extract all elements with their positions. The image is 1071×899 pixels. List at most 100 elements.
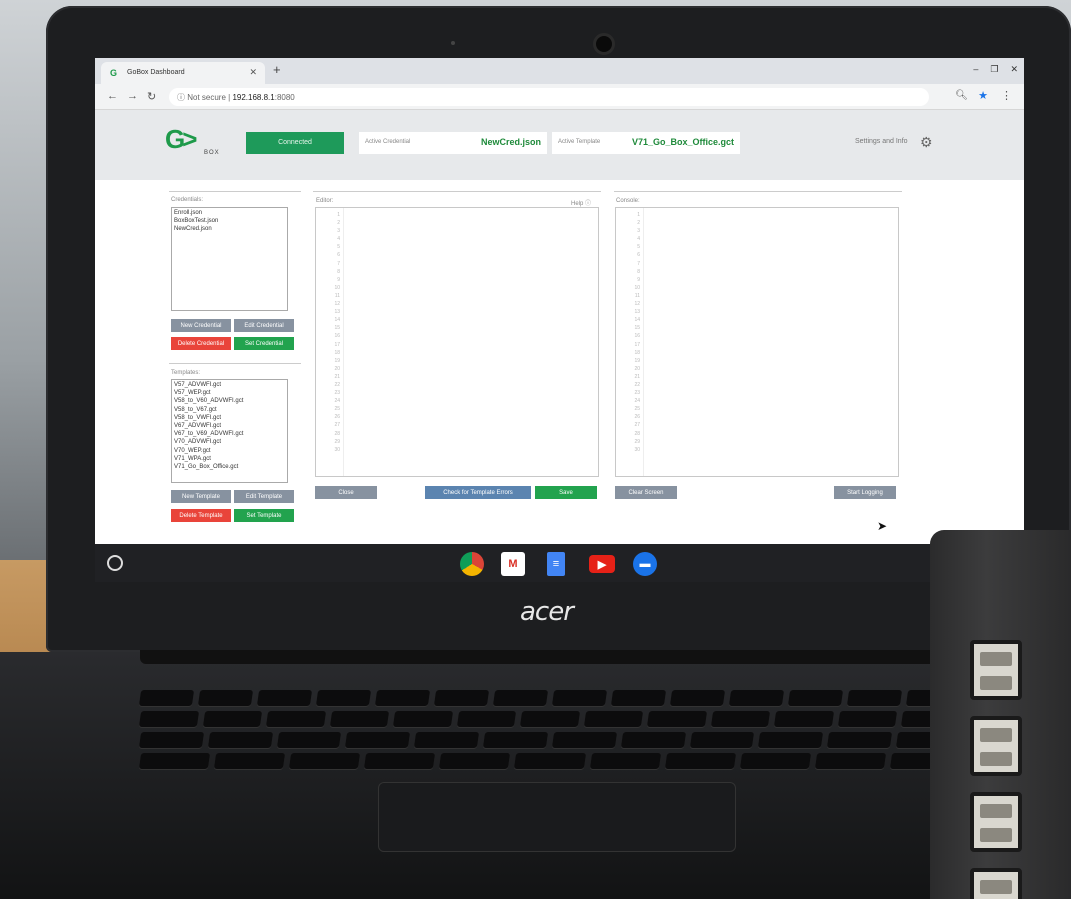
list-item[interactable]: V70_WEP.gct — [174, 447, 285, 455]
line-number: 20 — [634, 365, 640, 372]
edit-credential-button[interactable]: Edit Credential — [234, 319, 294, 332]
active-credential-box: Active Credential NewCred.json — [359, 132, 547, 154]
gmail-icon[interactable]: M — [501, 552, 525, 576]
list-item[interactable]: V58_to_V67.gct — [174, 406, 285, 414]
os-shelf: M ≡ ▶ ▬ — [95, 544, 1024, 582]
start-logging-button[interactable]: Start Logging — [834, 486, 896, 499]
security-label: Not secure — [187, 93, 226, 102]
templates-list[interactable]: V57_ADVWFI.gct V57_WEP.gct V58_to_V60_AD… — [171, 379, 288, 483]
docs-icon[interactable]: ≡ — [547, 552, 565, 576]
reload-icon[interactable]: ↻ — [147, 90, 156, 103]
check-template-errors-button[interactable]: Check for Template Errors — [425, 486, 531, 499]
new-credential-button[interactable]: New Credential — [171, 319, 231, 332]
line-number: 7 — [337, 260, 340, 267]
line-number: 5 — [637, 244, 640, 251]
line-number: 28 — [334, 430, 340, 437]
set-template-button[interactable]: Set Template — [234, 509, 294, 522]
list-item[interactable]: V57_ADVWFI.gct — [174, 381, 285, 389]
line-number: 7 — [637, 260, 640, 267]
line-number: 11 — [334, 292, 340, 299]
youtube-icon[interactable]: ▶ — [589, 555, 615, 573]
photo-scene: acer G GoBox Dashboard ✕ + – ❐ ✕ ← → ↻ ⓘ… — [0, 0, 1071, 899]
mouse-cursor-icon: ➤ — [877, 519, 888, 533]
list-item[interactable]: V67_to_V69_ADVWFI.gct — [174, 430, 285, 438]
back-icon[interactable]: ← — [107, 90, 118, 102]
forward-icon[interactable]: → — [127, 90, 138, 102]
line-number: 15 — [634, 325, 640, 332]
list-item[interactable]: V67_ADVWFI.gct — [174, 422, 285, 430]
line-number: 13 — [634, 309, 640, 316]
console-output[interactable]: 1 2 3 4 5 6 7 8 9 10 11 12 13 14 15 16 17 18 19 20 21 22 23 24 2… — [615, 207, 899, 477]
line-number: 26 — [334, 414, 340, 421]
divider — [313, 191, 601, 192]
delete-credential-button[interactable]: Delete Credential — [171, 337, 231, 350]
usb-port — [970, 640, 1022, 700]
list-item[interactable]: Enroll.json — [174, 209, 285, 217]
zoom-icon[interactable]: 🔍︎ — [955, 90, 968, 101]
line-number: 29 — [334, 438, 340, 445]
line-number: 25 — [634, 406, 640, 413]
credentials-label: Credentials: — [171, 197, 204, 203]
active-template-label: Active Template — [558, 139, 601, 145]
editor-textarea[interactable]: 1 2 3 4 5 6 7 8 9 10 11 12 13 14 15 16 17 18 19 20 21 22 23 24 2… — [315, 207, 599, 477]
new-tab-button[interactable]: + — [273, 62, 281, 77]
list-item[interactable]: V71_WPA.gct — [174, 455, 285, 463]
line-number: 24 — [334, 398, 340, 405]
browser-menu-icon[interactable]: ⋮ — [1001, 89, 1012, 102]
bookmark-star-icon[interactable]: ★ — [978, 89, 988, 102]
line-number: 16 — [634, 333, 640, 340]
line-number: 10 — [334, 284, 340, 291]
list-item[interactable]: V70_ADVWFI.gct — [174, 438, 285, 446]
line-number: 22 — [634, 381, 640, 388]
clear-screen-button[interactable]: Clear Screen — [615, 486, 677, 499]
browser-tab[interactable]: G GoBox Dashboard ✕ — [101, 62, 265, 84]
files-icon[interactable]: ▬ — [633, 552, 657, 576]
list-item[interactable]: V58_to_VWFI.gct — [174, 414, 285, 422]
line-number: 30 — [634, 446, 640, 453]
list-item[interactable]: V58_to_V60_ADVWFI.gct — [174, 397, 285, 405]
microphone — [451, 41, 455, 45]
gear-icon[interactable]: ⚙ — [920, 134, 933, 151]
close-editor-button[interactable]: Close — [315, 486, 377, 499]
line-number: 6 — [337, 252, 340, 259]
list-item[interactable]: BoxBoxTest.json — [174, 217, 285, 225]
save-button[interactable]: Save — [535, 486, 597, 499]
line-number: 19 — [334, 357, 340, 364]
list-item[interactable]: V71_Go_Box_Office.gct — [174, 463, 285, 471]
credentials-list[interactable]: Enroll.json BoxBoxTest.json NewCred.json — [171, 207, 288, 311]
line-number: 18 — [334, 349, 340, 356]
url-port: :8080 — [274, 93, 295, 102]
line-number: 13 — [334, 309, 340, 316]
close-tab-icon[interactable]: ✕ — [249, 67, 257, 78]
info-icon[interactable]: ⓘ — [177, 93, 187, 102]
close-window-icon[interactable]: ✕ — [1010, 64, 1018, 75]
line-number: 14 — [334, 317, 340, 324]
set-credential-button[interactable]: Set Credential — [234, 337, 294, 350]
new-template-button[interactable]: New Template — [171, 490, 231, 503]
minimize-icon[interactable]: – — [973, 64, 978, 75]
list-item[interactable]: V57_WEP.gct — [174, 389, 285, 397]
list-item[interactable]: NewCred.json — [174, 225, 285, 233]
line-number: 3 — [637, 228, 640, 235]
settings-link[interactable]: Settings and Info — [855, 138, 908, 145]
line-number: 28 — [634, 430, 640, 437]
line-number: 8 — [637, 268, 640, 275]
delete-template-button[interactable]: Delete Template — [171, 509, 231, 522]
url-host: 192.168.8.1 — [232, 93, 275, 102]
line-number: 2 — [637, 220, 640, 227]
line-number: 29 — [634, 438, 640, 445]
line-number: 30 — [334, 446, 340, 453]
restore-icon[interactable]: ❐ — [990, 64, 998, 75]
line-number: 1 — [637, 212, 640, 218]
chrome-icon[interactable] — [460, 552, 484, 576]
edit-template-button[interactable]: Edit Template — [234, 490, 294, 503]
laptop-hinge — [140, 650, 940, 664]
line-number: 4 — [337, 236, 340, 243]
line-number: 5 — [337, 244, 340, 251]
launcher-icon[interactable] — [107, 555, 123, 571]
connection-status-badge: Connected — [246, 132, 344, 154]
usb-port — [970, 792, 1022, 852]
line-number: 23 — [334, 390, 340, 397]
editor-help-link[interactable]: Help ⓘ — [571, 198, 591, 207]
url-input[interactable]: ⓘ Not secure | 192.168.8.1:8080 — [169, 88, 929, 106]
